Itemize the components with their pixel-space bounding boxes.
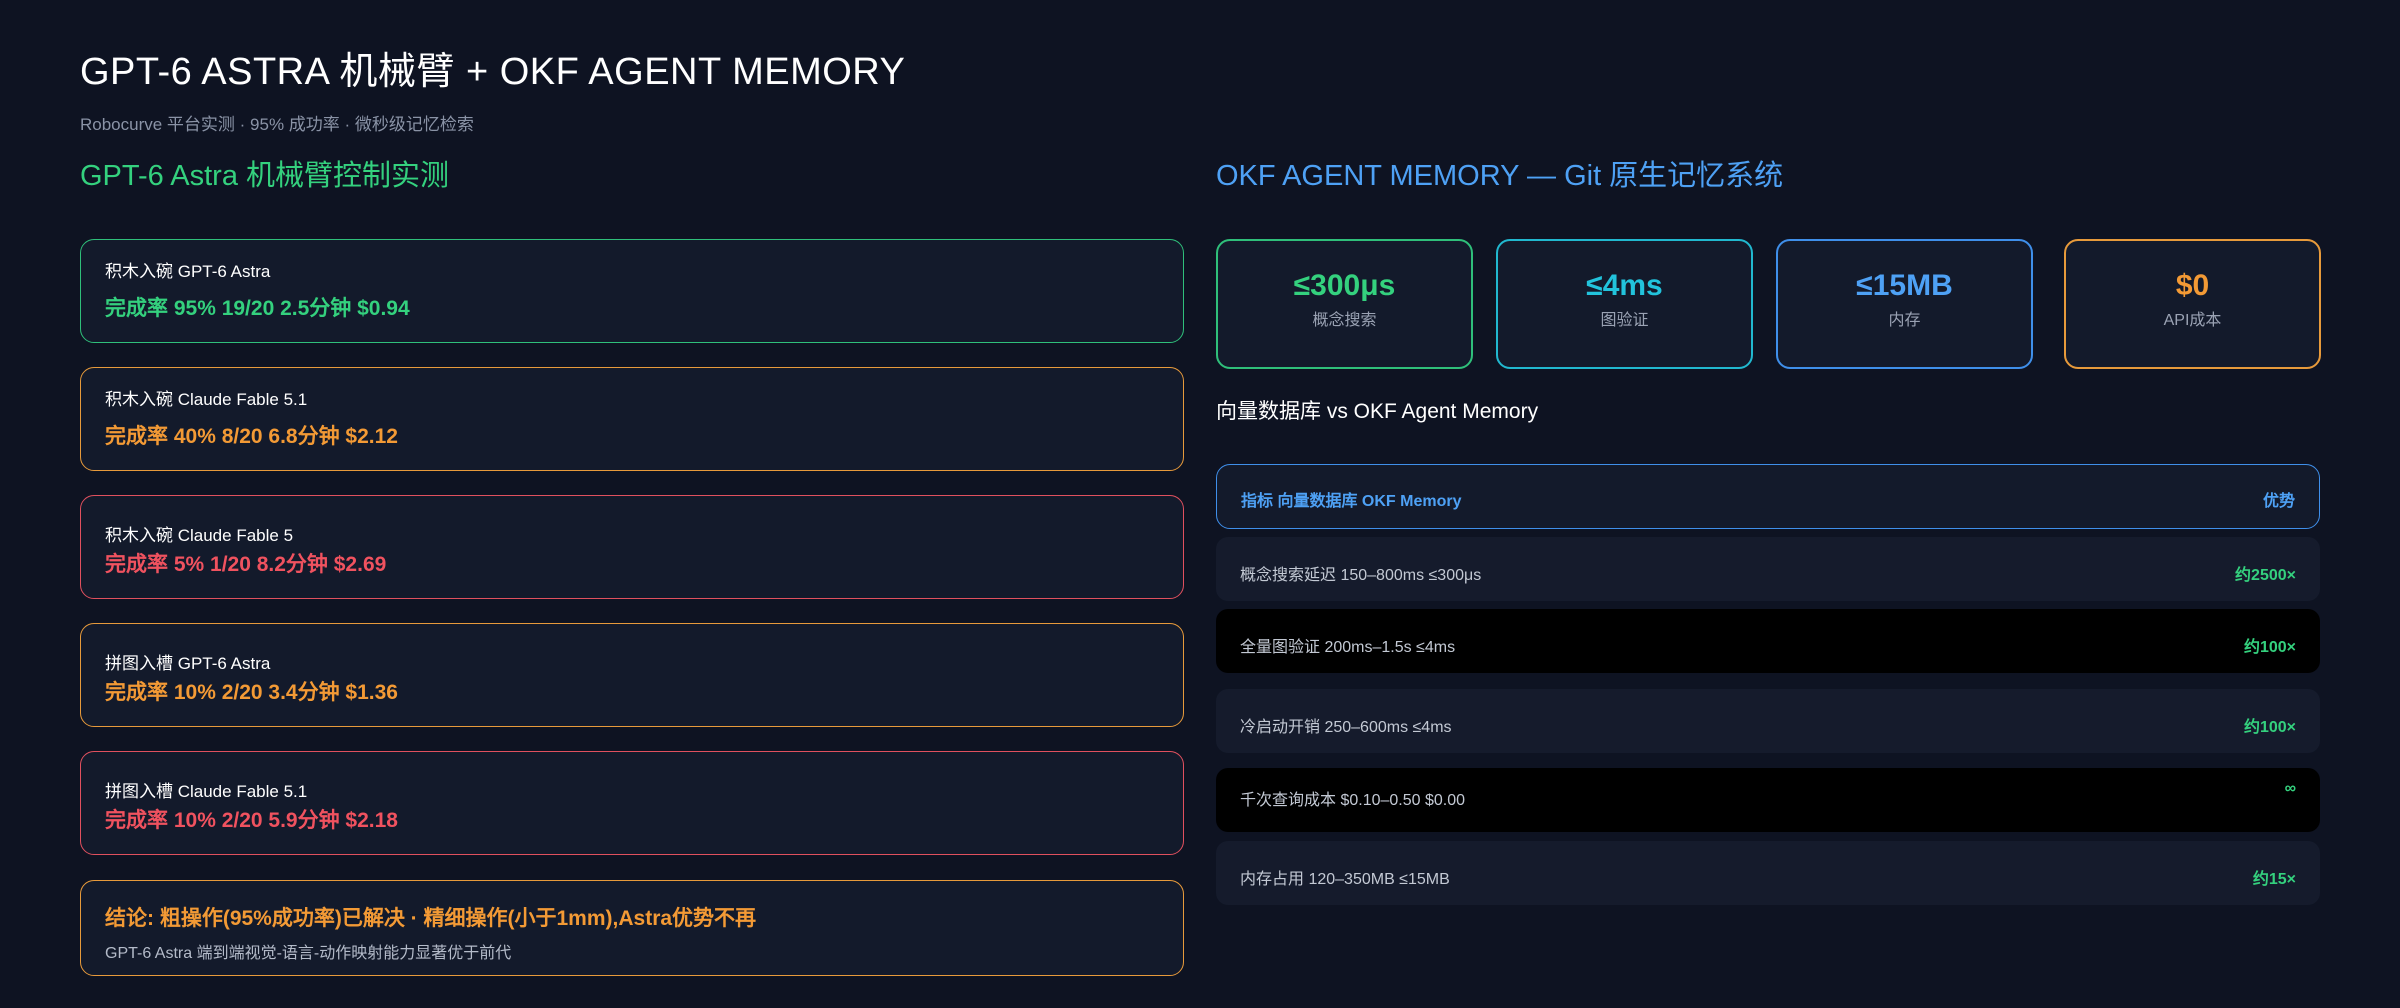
metric-value: ≤15MB <box>1856 269 1953 302</box>
left-section-title: GPT-6 Astra 机械臂控制实测 <box>80 160 449 192</box>
row-advantage: ∞ <box>2284 780 2296 797</box>
table-row: 千次查询成本 $0.10–0.50 $0.00 ∞ <box>1216 768 2320 832</box>
metric-label: 内存 <box>1888 312 1921 329</box>
row-advantage: 约100× <box>2243 719 2296 736</box>
benchmark-card-title: 拼图入槽 Claude Fable 5.1 <box>105 782 308 801</box>
row-label: 概念搜索延迟 150–800ms ≤300μs <box>1240 567 1482 584</box>
row-label: 千次查询成本 $0.10–0.50 $0.00 <box>1240 792 1466 809</box>
benchmark-card-stat: 完成率 40% 8/20 6.8分钟 $2.12 <box>105 425 398 448</box>
row-label: 内存占用 120–350MB ≤15MB <box>1240 871 1450 888</box>
table-row: 内存占用 120–350MB ≤15MB 约15× <box>1216 841 2320 905</box>
page-title: GPT-6 ASTRA 机械臂 + OKF AGENT MEMORY <box>80 51 906 93</box>
table-row: 全量图验证 200ms–1.5s ≤4ms 约100× <box>1216 609 2320 673</box>
benchmark-card: 拼图入槽 Claude Fable 5.1 完成率 10% 2/20 5.9分钟… <box>80 751 1184 855</box>
metric-value: ≤300μs <box>1293 269 1396 302</box>
metric-concept-search: ≤300μs 概念搜索 <box>1216 239 1473 369</box>
page-subtitle: Robocurve 平台实测 · 95% 成功率 · 微秒级记忆检索 <box>80 115 474 134</box>
metric-label: API成本 <box>2163 312 2222 329</box>
conclusion-title: 结论: 粗操作(95%成功率)已解决 · 精细操作(小于1mm),Astra优势… <box>105 907 757 930</box>
metric-memory: ≤15MB 内存 <box>1776 239 2033 369</box>
metric-graph-verify: ≤4ms 图验证 <box>1496 239 1753 369</box>
row-advantage: 约100× <box>2243 639 2296 656</box>
conclusion-subtitle: GPT-6 Astra 端到端视觉-语言-动作映射能力显著优于前代 <box>105 945 512 962</box>
compare-title: 向量数据库 vs OKF Agent Memory <box>1216 400 1539 423</box>
compare-table-header: 指标 向量数据库 OKF Memory 优势 <box>1216 464 2320 529</box>
table-header-right: 优势 <box>2262 493 2295 510</box>
benchmark-card-title: 拼图入槽 GPT-6 Astra <box>105 654 271 673</box>
benchmark-card-stat: 完成率 10% 2/20 5.9分钟 $2.18 <box>105 809 398 832</box>
benchmark-card-stat: 完成率 10% 2/20 3.4分钟 $1.36 <box>105 681 398 704</box>
row-label: 全量图验证 200ms–1.5s ≤4ms <box>1240 639 1456 656</box>
benchmark-card: 积木入碗 GPT-6 Astra 完成率 95% 19/20 2.5分钟 $0.… <box>80 239 1184 343</box>
benchmark-card-stat: 完成率 5% 1/20 8.2分钟 $2.69 <box>105 553 387 576</box>
table-row: 概念搜索延迟 150–800ms ≤300μs 约2500× <box>1216 537 2320 601</box>
right-section-title: OKF AGENT MEMORY — Git 原生记忆系统 <box>1216 160 1784 192</box>
metric-api-cost: $0 API成本 <box>2064 239 2321 369</box>
metric-label: 概念搜索 <box>1312 312 1377 329</box>
metric-label: 图验证 <box>1600 312 1649 329</box>
benchmark-card-title: 积木入碗 GPT-6 Astra <box>105 262 271 281</box>
row-label: 冷启动开销 250–600ms ≤4ms <box>1240 719 1452 736</box>
metric-value: ≤4ms <box>1586 269 1663 302</box>
benchmark-card-title: 积木入碗 Claude Fable 5.1 <box>105 390 308 409</box>
benchmark-card-stat: 完成率 95% 19/20 2.5分钟 $0.94 <box>105 297 410 320</box>
row-advantage: 约15× <box>2252 871 2296 888</box>
benchmark-card-title: 积木入碗 Claude Fable 5 <box>105 526 294 545</box>
benchmark-card: 积木入碗 Claude Fable 5 完成率 5% 1/20 8.2分钟 $2… <box>80 495 1184 599</box>
benchmark-card: 拼图入槽 GPT-6 Astra 完成率 10% 2/20 3.4分钟 $1.3… <box>80 623 1184 727</box>
conclusion-card: 结论: 粗操作(95%成功率)已解决 · 精细操作(小于1mm),Astra优势… <box>80 880 1184 976</box>
benchmark-card: 积木入碗 Claude Fable 5.1 完成率 40% 8/20 6.8分钟… <box>80 367 1184 471</box>
metric-value: $0 <box>2175 269 2210 302</box>
table-header-left: 指标 向量数据库 OKF Memory <box>1241 493 1462 510</box>
row-advantage: 约2500× <box>2235 567 2296 584</box>
table-row: 冷启动开销 250–600ms ≤4ms 约100× <box>1216 689 2320 753</box>
